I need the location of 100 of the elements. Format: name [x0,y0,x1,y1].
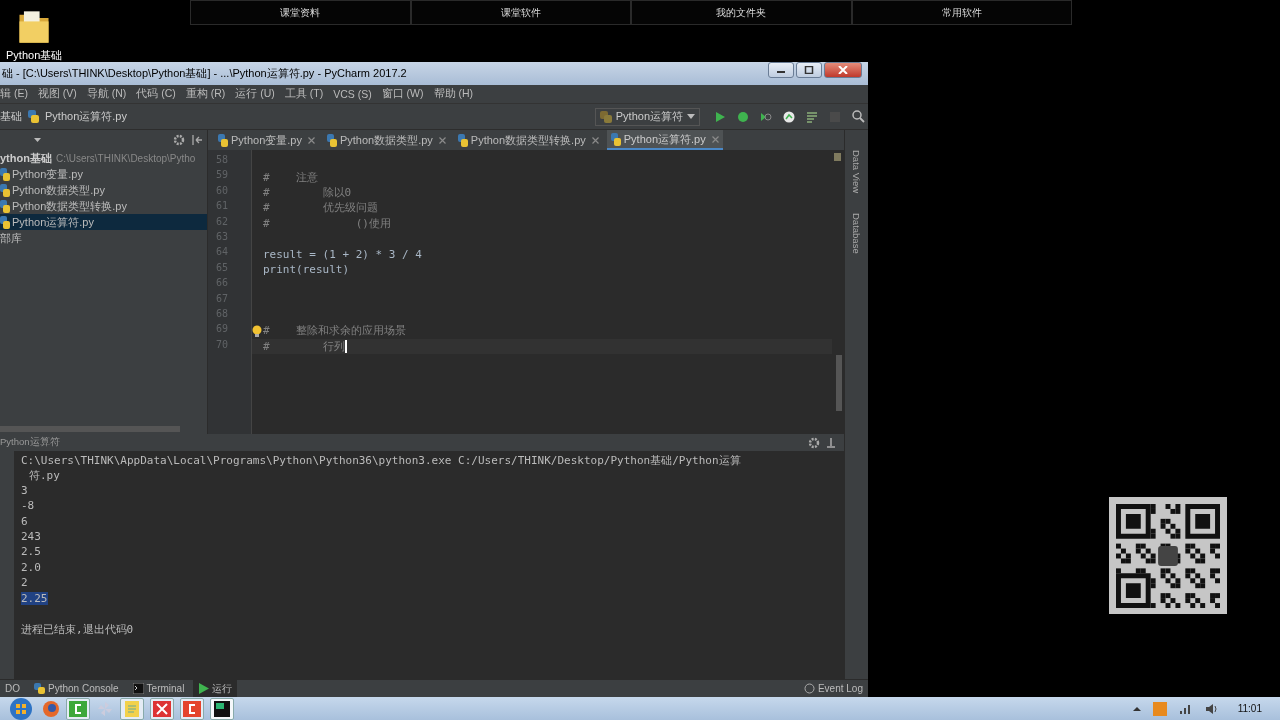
scrollbar[interactable] [0,426,180,432]
menu-item[interactable]: 视图 (V) [37,87,77,101]
app-icon[interactable] [66,697,90,720]
console-output: 243 [21,529,41,543]
python-file-icon [457,133,469,147]
console-output: -8 [21,499,35,513]
search-icon[interactable] [852,110,865,123]
editor-tab[interactable]: Python变量.py [214,130,319,150]
text-cursor [344,339,347,353]
file-tree-item[interactable]: Python数据类型.py [12,182,105,198]
folder-icon[interactable] [17,8,52,46]
file-tree-item[interactable]: 部库 [0,230,22,246]
menu-item[interactable]: VCS (S) [333,88,372,100]
python-file-icon [610,132,622,146]
code-line: # 除以0 [263,184,352,200]
maximize-button[interactable] [796,62,822,78]
window-title: 础 - [C:\Users\THINK\Desktop\Python基础] - ...\Python运算符.py - PyCharm 2017.2 [2,66,408,81]
breadcrumb[interactable]: Python运算符.py [45,109,127,124]
project-root[interactable]: ython基础 [0,150,52,166]
maximize-icon [804,66,814,74]
ide-icon[interactable] [210,697,234,720]
console-output: 进程已结束,退出代码0 [21,623,134,637]
close-icon[interactable] [307,136,315,144]
shortcut-button[interactable]: 课堂资料 [190,0,411,25]
settings-icon[interactable] [808,436,821,449]
close-icon [838,66,848,74]
side-tool-tab[interactable]: Database [851,213,862,254]
close-button[interactable] [824,62,862,78]
terminal-icon [132,683,144,694]
close-icon[interactable] [711,135,719,143]
console-output: 符.py [29,469,60,483]
network-icon[interactable] [1178,702,1193,715]
scrollbar[interactable] [836,355,843,411]
python-file-icon [0,183,11,197]
menu-item[interactable]: 工具 (T) [284,87,324,101]
python-file-icon [218,133,229,147]
folder-label: Python基础 [6,48,63,63]
tray-arrow-icon[interactable] [1132,704,1141,713]
menu-item[interactable]: 导航 (N) [86,87,127,101]
caret-icon [687,113,695,120]
python-file-icon [0,167,11,181]
run-config-dropdown[interactable]: Python运算符 [594,107,700,126]
python-file-icon [0,215,11,229]
side-tool-tab[interactable]: Data View [851,150,862,194]
browser-icon[interactable] [42,699,60,718]
code-line: # 整除和求余的应用场景 [263,323,407,339]
console-output: 2.0 [21,560,41,574]
shortcut-button[interactable]: 我的文件夹 [631,0,852,25]
file-tree-item[interactable]: Python数据类型转换.py [12,198,127,214]
console-output: 2.5 [21,545,41,559]
python-file-icon [0,199,11,213]
shortcut-button[interactable]: 常用软件 [851,0,1072,25]
run-icon[interactable] [714,110,726,123]
tool-tab[interactable]: DO [0,680,25,697]
volume-icon[interactable] [1204,702,1219,715]
console-output: 2.25 [21,591,48,605]
python-icon [34,683,45,694]
menu-item[interactable]: 窗口 (W) [381,87,424,101]
tool-tab[interactable]: 运行 [193,680,238,697]
warning-marker[interactable] [834,153,842,161]
settings-icon[interactable] [173,134,185,146]
code-line: result = (1 + 2) * 3 / 4 [263,247,422,261]
python-file-icon [326,133,338,147]
console-output: C:\Users\THINK\AppData\Local\Programs\Python\Python36\python3.exe C:/Users/THINK/Desktop/Python基础/Python运算 [21,454,741,467]
code-line: # ()使用 [263,215,391,231]
editor-tab[interactable]: Python运算符.py [606,130,723,150]
bulb-icon[interactable] [252,325,262,337]
editor-tab[interactable]: Python数据类型转换.py [453,130,603,150]
console-output: 3 [21,483,28,497]
console-output: 6 [21,514,28,528]
minimize-button[interactable] [768,62,794,78]
tool-tab[interactable]: Python Console [29,680,124,697]
shortcut-button[interactable]: 课堂软件 [410,0,631,25]
clock[interactable]: 11:01 [1237,703,1262,714]
run-panel-title: Python运算符 [0,436,60,449]
run-icon [198,683,210,694]
file-tree-item[interactable]: Python变量.py [12,166,83,182]
app-icon[interactable] [180,697,204,720]
caret-icon[interactable] [34,137,41,143]
code-line: # 行列 [263,338,345,354]
tool-tab[interactable]: Terminal [127,680,190,697]
menu-item[interactable]: 运行 (U) [235,87,275,101]
menu-item[interactable]: 帮助 (H) [433,87,473,101]
menu-item[interactable]: 重构 (R) [185,87,226,101]
menu-item[interactable]: 辑 (E) [0,87,28,101]
console-output: 2 [21,576,28,590]
breadcrumb[interactable]: 基础 [0,109,22,124]
collapse-icon[interactable] [191,134,203,146]
editor-tab[interactable]: Python数据类型.py [322,130,450,150]
close-icon[interactable] [438,136,446,144]
code-line: print(result) [263,262,350,276]
python-icon [599,110,612,123]
python-file-icon [27,110,40,123]
project-path: C:\Users\THINK\Desktop\Pytho [55,152,196,164]
code-line: # 优先级问题 [263,200,378,216]
close-icon[interactable] [591,136,599,144]
event-log-button[interactable]: Event Log [798,680,868,697]
menu-item[interactable]: 代码 (C) [136,87,176,101]
app-icon[interactable] [150,697,174,720]
code-line: # 注意 [263,169,319,185]
